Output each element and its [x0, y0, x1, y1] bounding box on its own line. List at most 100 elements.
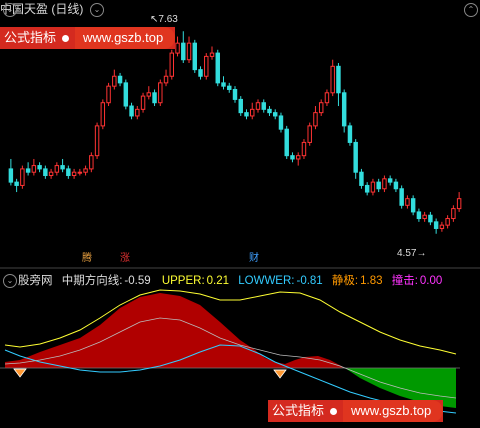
candle-body — [163, 75, 169, 84]
diamond-icon — [273, 369, 287, 379]
candle-body — [227, 85, 232, 90]
candle-body — [8, 168, 14, 183]
candle-body — [433, 221, 439, 229]
candle-body — [324, 92, 330, 104]
candle-body — [364, 184, 370, 193]
candle-body — [221, 82, 226, 87]
candle-body — [250, 108, 255, 117]
candle-body — [318, 102, 324, 114]
candle-body — [140, 95, 146, 110]
promo-url[interactable]: www.gszb.top — [343, 400, 444, 422]
candle-body — [428, 214, 433, 223]
dot-icon — [330, 408, 338, 416]
candle-body — [186, 42, 192, 61]
candle-body — [71, 171, 77, 177]
candle-body — [301, 141, 307, 157]
candle-body — [422, 214, 427, 220]
legend-jingji-value: 1.83 — [360, 275, 383, 287]
candle-body — [14, 181, 19, 186]
candle-body — [278, 115, 284, 130]
candle-body — [336, 65, 341, 94]
candle-body — [54, 165, 60, 173]
candle-body — [232, 88, 238, 100]
diamond-icon — [13, 368, 27, 378]
candle-body — [112, 75, 117, 87]
candle-body — [31, 165, 37, 173]
candle-body — [393, 181, 399, 190]
candle-body — [66, 168, 71, 177]
legend-zhuangji-value: 0.00 — [419, 275, 443, 287]
candle-body — [330, 65, 335, 94]
candle-body — [273, 112, 278, 117]
candle-body — [382, 178, 387, 190]
candle-body — [267, 108, 272, 114]
indicator-legend: 股旁网 中期方向线: -0.59 UPPER: 0.21 LOWWER: -0.81 … — [18, 272, 444, 288]
promo-url[interactable]: www.gszb.top — [75, 27, 176, 49]
dot-icon — [62, 35, 70, 43]
candle-body — [25, 168, 31, 173]
candle-body — [215, 52, 220, 84]
candle-body — [410, 198, 416, 213]
candle-body — [20, 168, 25, 186]
legend-jingji-label: 静极: — [331, 275, 359, 287]
chart-window: { "window": { "title": "中国天盈 (日线)" }, "p… — [0, 0, 480, 428]
candle-body — [123, 82, 129, 107]
marker-cai: 财 — [249, 253, 259, 264]
candle-body — [347, 125, 353, 143]
candle-body — [439, 224, 445, 229]
promo-label: 公式指标 — [4, 30, 57, 45]
candle-body — [83, 168, 88, 173]
legend-trend-label: 中期方向线: — [61, 275, 123, 287]
promo-banner-bottom[interactable]: 公式指标 www.gszb.top — [268, 400, 444, 422]
candle-body — [416, 211, 422, 220]
candle-body — [204, 55, 209, 77]
indicator-name: 股旁网 — [18, 275, 53, 287]
candle-body — [181, 42, 186, 61]
candle-body — [89, 155, 94, 170]
promo-banner-top[interactable]: 公式指标 www.gszb.top — [0, 27, 176, 49]
candle-body — [376, 181, 381, 190]
candle-body — [198, 69, 203, 77]
candle-body — [445, 218, 450, 226]
low-price-label: 4.57→ — [397, 248, 427, 259]
high-price-label: ↖7.63 — [150, 14, 178, 25]
candle-body — [284, 128, 289, 157]
candle-body — [37, 165, 42, 170]
candle-body — [192, 42, 197, 71]
candle-body — [209, 52, 215, 57]
candle-body — [353, 141, 358, 173]
legend-trend-value: -0.59 — [124, 275, 151, 287]
indicator-collapse-icon[interactable]: ⌄ — [3, 274, 17, 288]
candle-body — [244, 112, 249, 117]
candle-body — [238, 98, 243, 114]
candle-body — [48, 171, 54, 177]
candle-body — [60, 165, 65, 170]
candle-body — [169, 52, 175, 77]
candle-body — [387, 178, 393, 183]
candle-body — [106, 85, 111, 104]
legend-upper-value: 0.21 — [206, 275, 230, 287]
marker-teng: 腾 — [82, 253, 92, 264]
candle-body — [341, 92, 347, 127]
candle-body — [43, 168, 48, 177]
candle-body — [313, 112, 318, 127]
candle-body — [146, 92, 152, 97]
promo-label: 公式指标 — [272, 403, 325, 418]
legend-lower-label: LOWWER: — [238, 275, 295, 287]
candle-body — [135, 108, 140, 117]
candle-body — [94, 125, 100, 157]
chart-canvas — [0, 31, 480, 414]
candle-body — [129, 105, 134, 117]
candle-body — [175, 42, 180, 54]
candle-body — [117, 75, 123, 84]
legend-zhuangji-label: 撞击: — [391, 275, 418, 287]
candle-body — [405, 198, 410, 206]
candle-body — [456, 198, 462, 210]
candle-body — [152, 92, 157, 104]
candle-body — [295, 155, 301, 160]
candle-body — [370, 181, 376, 193]
legend-upper-label: UPPER: — [161, 275, 205, 287]
candle-body — [399, 188, 404, 206]
candle-body — [100, 102, 106, 127]
candle-body — [158, 82, 163, 104]
